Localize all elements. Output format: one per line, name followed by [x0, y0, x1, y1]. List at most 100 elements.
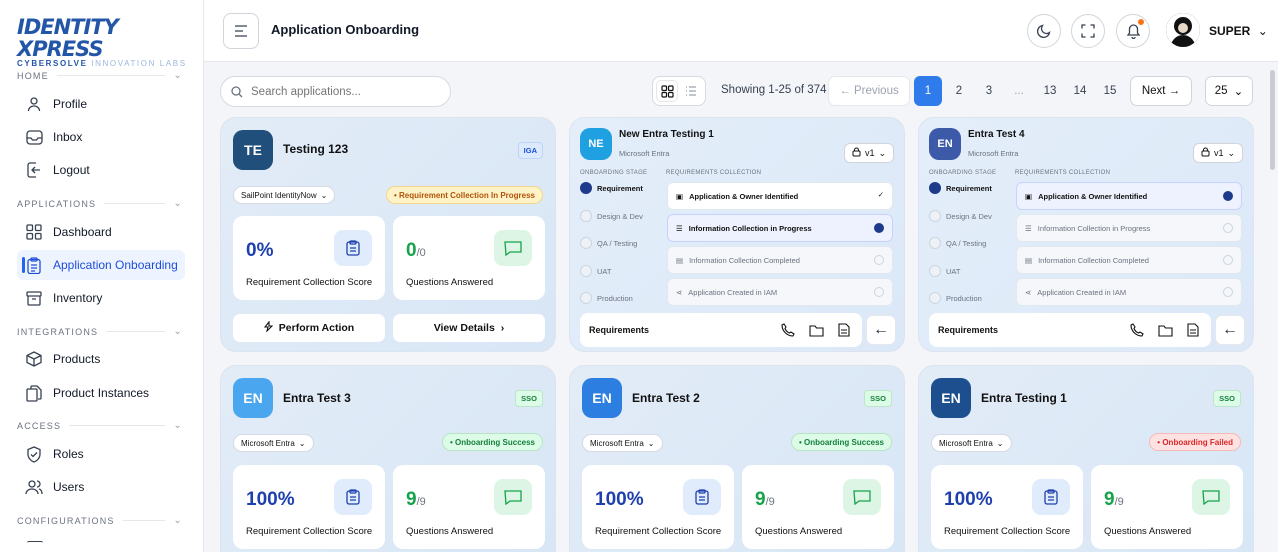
phone-icon[interactable] [1126, 319, 1148, 341]
vendor-select[interactable]: Microsoft Entra ⌄ [931, 434, 1012, 452]
moon-icon [1037, 24, 1051, 38]
pending-dot [1223, 287, 1233, 297]
application-card[interactable]: EN Entra Test 2 SSO Microsoft Entra ⌄ • O… [569, 365, 905, 552]
requirement-item[interactable]: ▤ Information Collection Completed [667, 246, 893, 274]
page-button[interactable]: 15 [1096, 76, 1124, 106]
menu-toggle-button[interactable] [223, 13, 259, 49]
phone-icon[interactable] [777, 319, 799, 341]
next-page-button[interactable]: Next → [1130, 76, 1192, 106]
settings-icon [27, 541, 43, 545]
chevron-down-icon: ⌄ [173, 515, 183, 526]
folder-icon[interactable] [805, 319, 827, 341]
theme-toggle-button[interactable] [1027, 14, 1061, 48]
stage-item[interactable]: Requirement [929, 182, 992, 194]
application-card[interactable]: EN Entra Test 3 SSO Microsoft Entra ⌄ • O… [220, 365, 556, 552]
sidebar-item-dashboard[interactable]: Dashboard [17, 217, 185, 247]
sidebar-item-products[interactable]: Products [17, 344, 185, 374]
stage-item[interactable]: Production [929, 292, 982, 304]
sidebar-item-logout[interactable]: Logout [17, 155, 185, 185]
scrollbar[interactable] [1270, 70, 1275, 170]
grid-view-button[interactable] [656, 80, 679, 102]
stage-item[interactable]: Requirement [580, 182, 643, 194]
document-icon[interactable] [833, 319, 855, 341]
section-label: CONFIGURATIONS [17, 515, 115, 526]
stage-header: ONBOARDING STAGE [580, 170, 648, 176]
version-select[interactable]: v1 ⌄ [1193, 143, 1243, 163]
stage-item[interactable]: UAT [929, 265, 960, 277]
clipboard-icon [25, 256, 43, 274]
footer-label: Requirements [938, 325, 999, 335]
previous-page-button[interactable]: ← Previous [828, 76, 910, 106]
section-applications[interactable]: APPLICATIONS ⌄ [17, 198, 183, 209]
list-view-button[interactable] [680, 80, 702, 102]
page-button[interactable]: 14 [1066, 76, 1094, 106]
vendor-select[interactable]: SailPoint IdentityNow ⌄ [233, 186, 336, 204]
folder-icon[interactable] [1154, 319, 1176, 341]
answered-value: 9/9 [406, 489, 426, 510]
sidebar-item-label: Products [53, 352, 101, 366]
requirement-item[interactable]: ▣ Application & Owner Identified ✓ [667, 182, 893, 210]
page-button[interactable]: 13 [1036, 76, 1064, 106]
sidebar-item-users[interactable]: Users [17, 472, 185, 502]
section-home[interactable]: HOME ⌄ [17, 70, 183, 81]
page-button[interactable]: 2 [945, 76, 973, 106]
sidebar-item-inbox[interactable]: Inbox [17, 122, 185, 152]
application-card[interactable]: EN Entra Test 4 Microsoft Entra v1 ⌄ ONBO… [918, 117, 1254, 352]
application-card[interactable]: NE New Entra Testing 1 Microsoft Entra v… [569, 117, 905, 352]
section-configurations[interactable]: CONFIGURATIONS ⌄ [17, 515, 183, 526]
brand-sub2: INNOVATION LABS [87, 59, 187, 68]
sidebar-item-label: Profile [53, 97, 88, 111]
requirement-item[interactable]: ⋖ Application Created in IAM [667, 278, 893, 306]
notifications-button[interactable] [1116, 14, 1150, 48]
sidebar-item-inventory[interactable]: Inventory [17, 283, 185, 313]
score-label: Requirement Collection Score [246, 526, 373, 537]
application-card[interactable]: TE Testing 123 IGA SailPoint IdentityNow… [220, 117, 556, 352]
grid-icon [660, 84, 674, 98]
user-menu[interactable]: SUPER ⌄ [1209, 24, 1268, 38]
chevron-down-icon: ⌄ [173, 198, 183, 209]
stage-item[interactable]: Production [580, 292, 633, 304]
sidebar-item-product-instances[interactable]: Product Instances [17, 378, 185, 408]
status-badge: • Onboarding Failed [1149, 433, 1241, 451]
status-label: Onboarding Failed [1162, 437, 1233, 447]
page-size-select[interactable]: 25 ⌄ [1205, 76, 1253, 106]
stage-item[interactable]: UAT [580, 265, 611, 277]
score-stat: 100% Requirement Collection Score [931, 465, 1083, 549]
section-integrations[interactable]: INTEGRATIONS ⌄ [17, 326, 183, 337]
section-access[interactable]: ACCESS ⌄ [17, 420, 183, 431]
sidebar-item-profile[interactable]: Profile [17, 89, 185, 119]
vendor-select[interactable]: Microsoft Entra ⌄ [233, 434, 314, 452]
fullscreen-button[interactable] [1071, 14, 1105, 48]
requirement-item[interactable]: ▤ Information Collection Completed [1016, 246, 1242, 274]
stage-item[interactable]: QA / Testing [580, 237, 637, 249]
avatar[interactable] [1166, 13, 1200, 47]
pending-dot [1223, 223, 1233, 233]
sidebar-item-application-onboarding[interactable]: Application Onboarding [17, 250, 185, 280]
status-badge: • Onboarding Success [441, 433, 543, 451]
page-button[interactable]: 3 [975, 76, 1003, 106]
document-icon[interactable] [1182, 319, 1204, 341]
next-label: Next [1141, 85, 1166, 97]
vendor-select[interactable]: Microsoft Entra ⌄ [582, 434, 663, 452]
search-input[interactable] [251, 85, 431, 98]
requirement-item[interactable]: ▣ Application & Owner Identified [1016, 182, 1242, 210]
search-box[interactable] [220, 76, 451, 107]
stage-item[interactable]: Design & Dev [580, 210, 643, 222]
page-button[interactable]: 1 [914, 76, 942, 106]
answered-value: 0/0 [406, 240, 426, 261]
brand-logo[interactable]: IDENTITY XPRESS CYBERSOLVE INNOVATION LA… [17, 16, 189, 68]
application-card[interactable]: EN Entra Testing 1 SSO Microsoft Entra ⌄ … [918, 365, 1254, 552]
view-details-button[interactable]: View Details › [393, 314, 545, 342]
version-select[interactable]: v1 ⌄ [844, 143, 894, 163]
requirement-item[interactable]: ☰ Information Collection in Progress [1016, 214, 1242, 242]
stage-item[interactable]: QA / Testing [929, 237, 986, 249]
back-button[interactable]: ← [866, 315, 896, 345]
stage-item[interactable]: Design & Dev [929, 210, 992, 222]
perform-action-button[interactable]: Perform Action [233, 314, 385, 342]
score-stat: 0% Requirement Collection Score [233, 216, 385, 300]
vendor-label: Microsoft Entra [968, 149, 1019, 158]
back-button[interactable]: ← [1215, 315, 1245, 345]
requirement-item[interactable]: ☰ Information Collection in Progress [667, 214, 893, 242]
sidebar-item-roles[interactable]: Roles [17, 439, 185, 469]
requirement-item[interactable]: ⋖ Application Created in IAM [1016, 278, 1242, 306]
